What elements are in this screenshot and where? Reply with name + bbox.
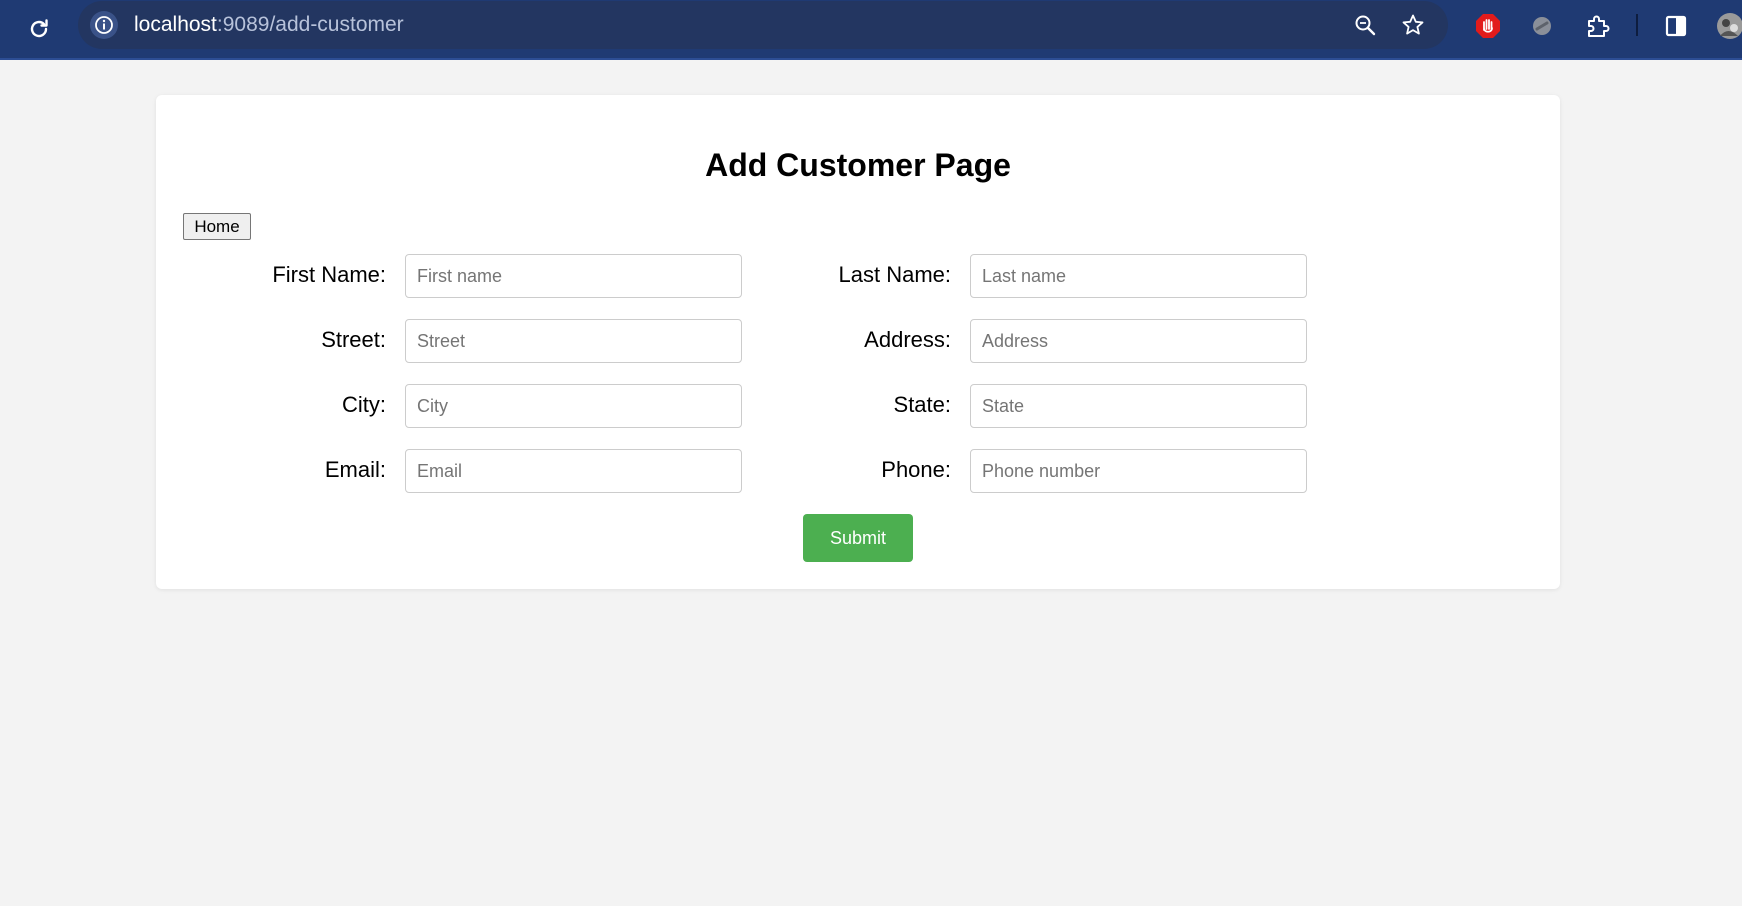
first-name-label: First Name: (272, 262, 386, 287)
browser-toolbar: localhost:9089/add-customer (0, 0, 1742, 60)
state-input[interactable] (970, 384, 1307, 428)
last-name-label: Last Name: (838, 262, 952, 287)
submit-button[interactable]: Submit (803, 514, 913, 562)
stop-hand-extension-icon[interactable] (1474, 12, 1502, 40)
email-label: Email: (324, 457, 386, 482)
puzzle-extensions-icon[interactable] (1584, 12, 1612, 40)
url-path: :9089/add-customer (216, 13, 404, 36)
last-name-input[interactable] (970, 254, 1307, 298)
gray-extension-icon[interactable] (1528, 12, 1556, 40)
city-label: City: (342, 392, 386, 417)
street-input[interactable] (405, 319, 742, 363)
address-label: Address: (864, 327, 951, 352)
page-title: Add Customer Page (705, 147, 1011, 183)
city-input[interactable] (405, 384, 742, 428)
zoom-icon[interactable] (1352, 12, 1378, 38)
first-name-input[interactable] (405, 254, 742, 298)
reload-icon[interactable] (22, 12, 56, 46)
url-text[interactable]: localhost:9089/add-customer (134, 13, 404, 37)
address-input[interactable] (970, 319, 1307, 363)
toolbar-divider (1636, 14, 1638, 36)
add-customer-card: Add Customer Page Home First Name: Last … (156, 95, 1560, 589)
side-panel-icon[interactable] (1662, 12, 1690, 40)
state-label: State: (893, 392, 951, 417)
street-label: Street: (321, 327, 386, 352)
phone-label: Phone: (881, 457, 951, 482)
phone-input[interactable] (970, 449, 1307, 493)
url-host: localhost (134, 13, 217, 36)
address-bar[interactable]: localhost:9089/add-customer (78, 1, 1448, 49)
profile-avatar-icon[interactable] (1714, 12, 1742, 40)
info-icon[interactable] (90, 11, 118, 39)
bookmark-star-icon[interactable] (1400, 12, 1426, 38)
home-button[interactable]: Home (183, 213, 251, 240)
email-input[interactable] (405, 449, 742, 493)
